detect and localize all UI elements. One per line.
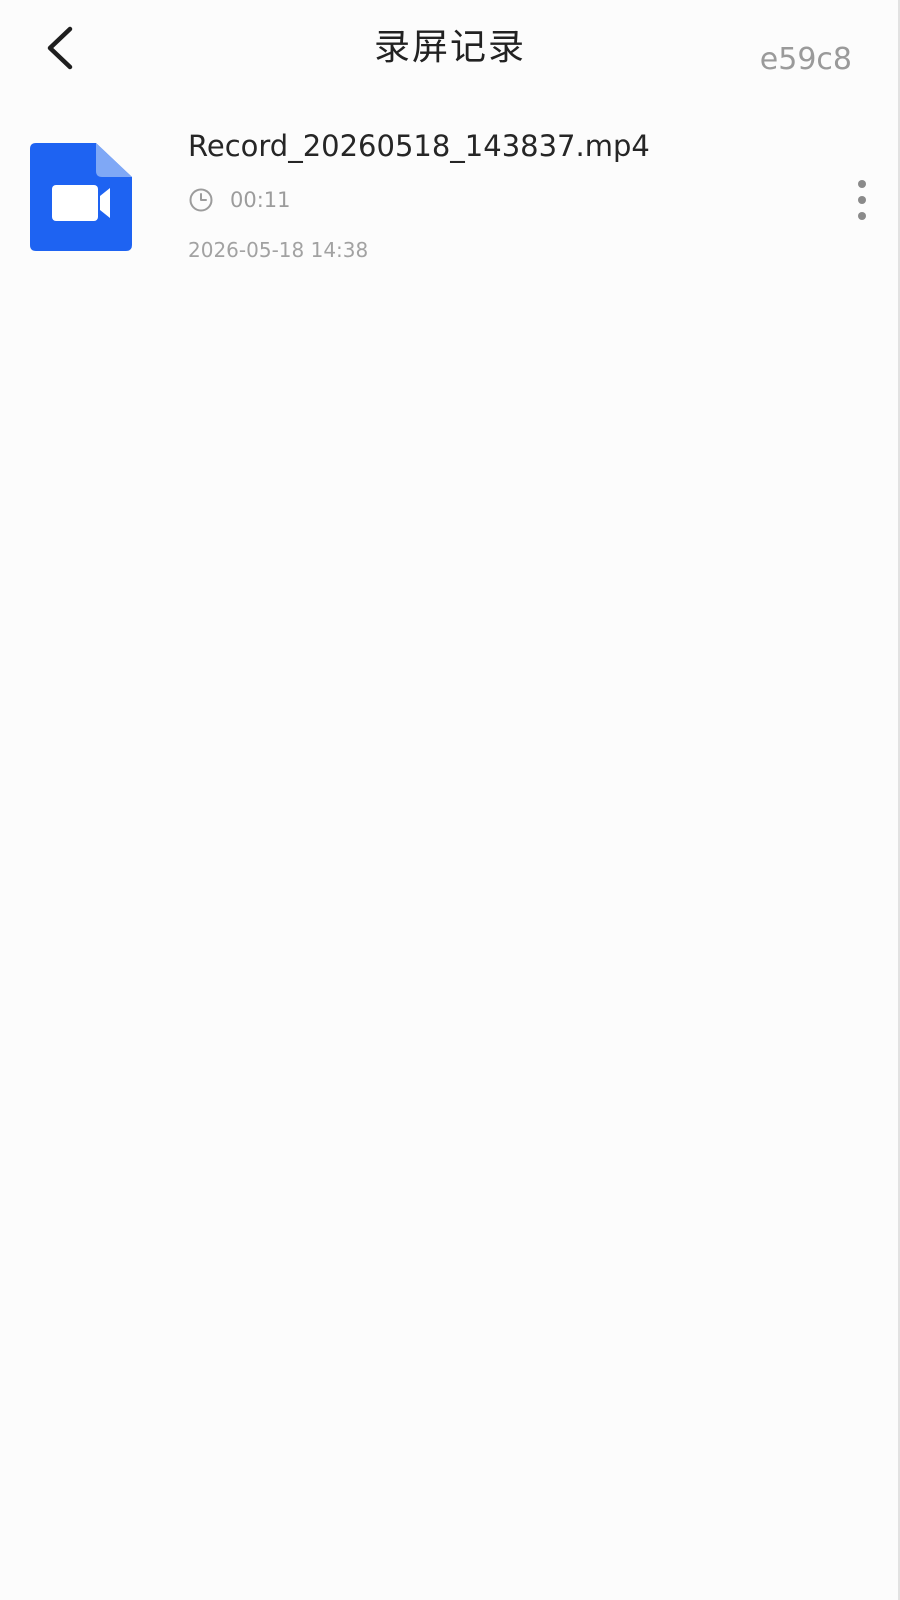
corner-tag: e59c8: [759, 42, 852, 77]
video-file-icon: [30, 143, 132, 251]
record-date: 2026-05-18 14:38: [188, 238, 369, 262]
record-list-item[interactable]: Record_20260518_143837.mp4 00:11 2026-05…: [0, 115, 900, 275]
more-vertical-icon: [858, 180, 866, 220]
top-app-bar: 录屏记录 e59c8: [0, 0, 900, 100]
duration-row: 00:11: [188, 185, 291, 215]
duration-value: 00:11: [230, 188, 291, 212]
file-name: Record_20260518_143837.mp4: [188, 129, 650, 163]
clock-icon: [188, 187, 214, 213]
more-options-button[interactable]: [842, 175, 882, 225]
